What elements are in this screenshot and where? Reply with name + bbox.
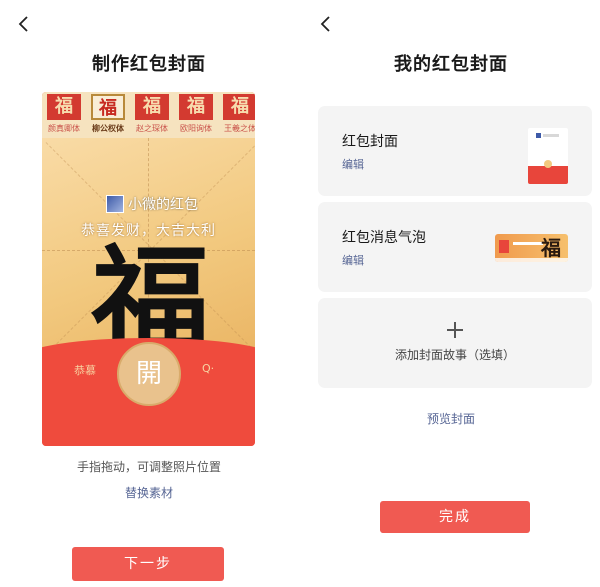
font-glyph: 福 — [91, 94, 125, 120]
done-button[interactable]: 完成 — [380, 501, 530, 533]
cover-image-area[interactable]: 福 小微的红包 恭喜发财，大吉大利 — [42, 138, 255, 366]
thumb-fu: 福 — [541, 236, 561, 260]
edit-cover-link[interactable]: 编辑 — [342, 156, 364, 172]
plus-icon — [447, 322, 463, 338]
thumb-packet-icon — [499, 240, 509, 253]
font-option-liugongquan[interactable]: 福 柳公权体 — [86, 92, 130, 138]
add-cover-story-button[interactable]: 添加封面故事（选填） — [318, 298, 592, 388]
font-option-wangxizhi[interactable]: 福 王羲之体 — [218, 92, 255, 138]
font-name: 王羲之体 — [224, 124, 255, 133]
cover-thumbnail[interactable] — [528, 128, 568, 184]
font-name: 颜真卿体 — [48, 124, 80, 133]
page-title: 我的红包封面 — [394, 54, 508, 75]
sender-row: 小微的红包 — [106, 194, 198, 214]
my-cover-screen: 我的红包封面 红包封面 编辑 红包消息气泡 编辑 福 添加封面故事（选填） 预览… — [302, 0, 600, 587]
font-glyph: 福 — [179, 94, 213, 120]
font-name: 欧阳询体 — [180, 124, 212, 133]
next-step-button[interactable]: 下一步 — [72, 547, 224, 581]
replace-material-link[interactable]: 替换素材 — [0, 484, 298, 501]
thumb-avatar — [536, 133, 541, 138]
peek-text-left: 恭慕 — [74, 364, 96, 377]
back-chevron-icon[interactable] — [12, 12, 36, 36]
card-title: 红包封面 — [342, 134, 398, 150]
thumb-text — [543, 134, 559, 137]
thumb-red — [528, 166, 568, 184]
font-option-yanzhenqing[interactable]: 福 颜真卿体 — [42, 92, 86, 138]
avatar — [106, 195, 124, 213]
greeting-text: 恭喜发财，大吉大利 — [81, 223, 216, 239]
open-button[interactable]: 開 — [117, 342, 181, 406]
page-title: 制作红包封面 — [92, 54, 206, 75]
sender-name: 小微的红包 — [128, 197, 198, 213]
bubble-thumbnail[interactable]: 福 — [495, 234, 568, 262]
red-packet-preview[interactable]: 福 小微的红包 恭喜发财，大吉大利 福 颜真卿体 福 柳公权体 福 赵之琛体 福 — [42, 92, 255, 446]
font-glyph: 福 — [223, 94, 255, 120]
font-name: 赵之琛体 — [136, 124, 168, 133]
font-glyph: 福 — [47, 94, 81, 120]
font-style-selector: 福 颜真卿体 福 柳公权体 福 赵之琛体 福 欧阳询体 福 王羲之体 — [42, 92, 255, 138]
thumb-foot — [495, 258, 568, 262]
font-glyph: 福 — [135, 94, 169, 120]
make-cover-screen: 制作红包封面 福 小微的红包 恭喜发财，大吉大利 福 颜真卿体 福 柳公权体 福… — [0, 0, 298, 587]
thumb-coin — [544, 160, 552, 168]
drag-hint: 手指拖动，可调整照片位置 — [76, 460, 221, 474]
card-title: 红包消息气泡 — [342, 230, 426, 246]
back-chevron-icon[interactable] — [314, 12, 338, 36]
bubble-card[interactable]: 红包消息气泡 编辑 福 — [318, 202, 592, 292]
edit-bubble-link[interactable]: 编辑 — [342, 252, 364, 268]
peek-text-right: Q· — [202, 362, 215, 375]
font-option-zhaozhichen[interactable]: 福 赵之琛体 — [130, 92, 174, 138]
cover-card[interactable]: 红包封面 编辑 — [318, 106, 592, 196]
thumb-text — [513, 242, 543, 245]
add-story-label: 添加封面故事（选填） — [394, 348, 515, 362]
preview-cover-link[interactable]: 预览封面 — [302, 410, 600, 427]
font-option-ouyangxun[interactable]: 福 欧阳询体 — [174, 92, 218, 138]
font-name: 柳公权体 — [92, 124, 124, 133]
